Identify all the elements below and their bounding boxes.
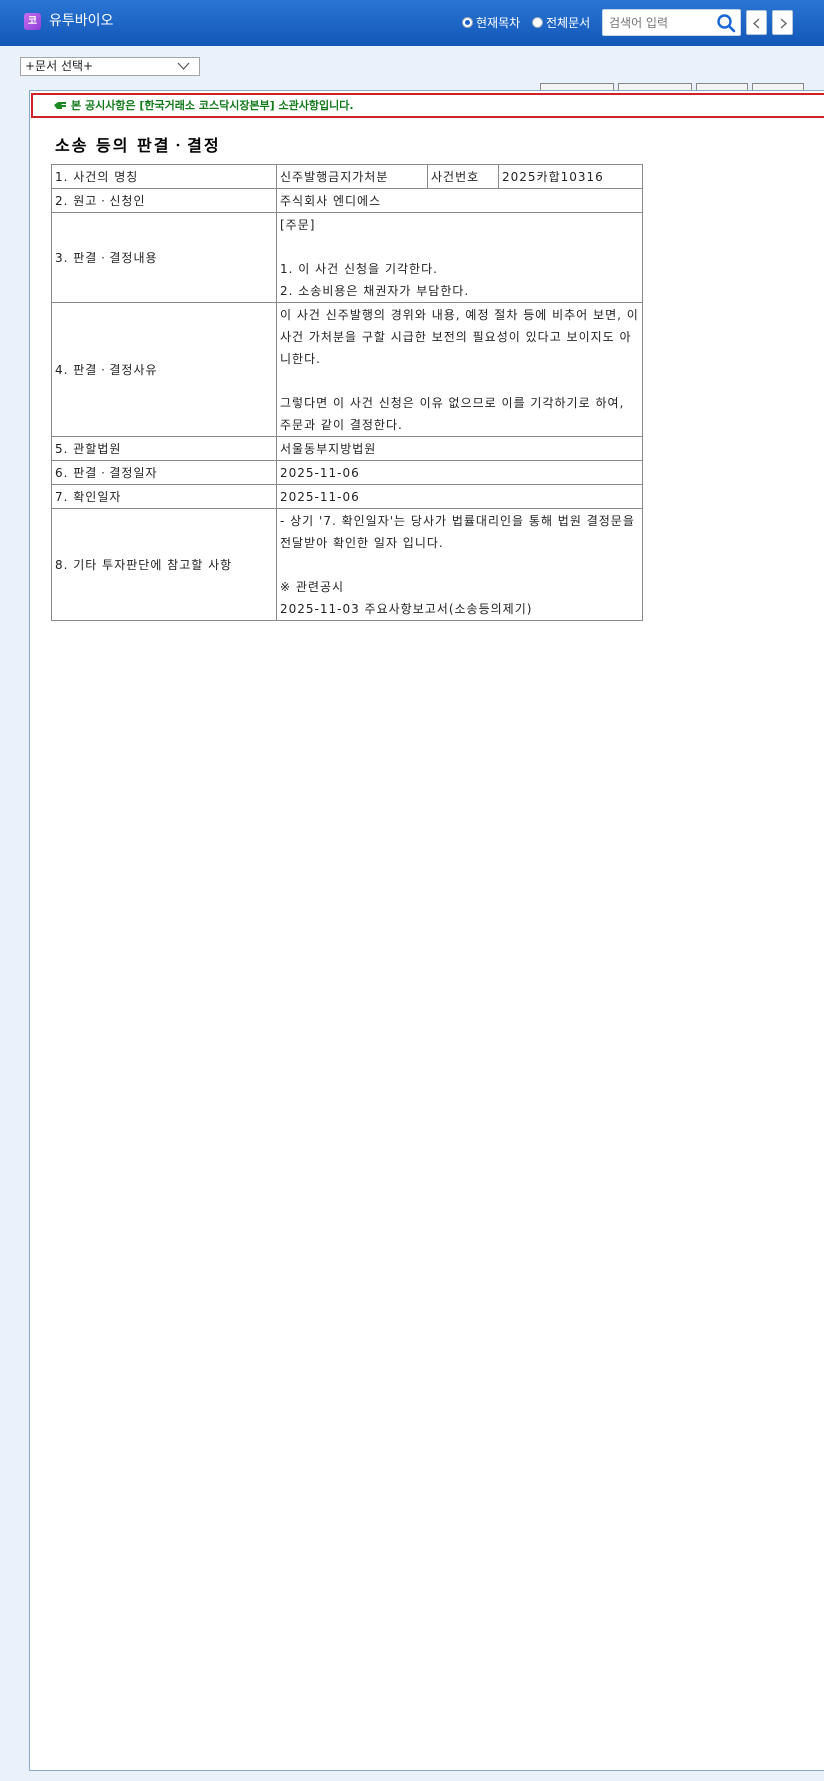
table-row: 8. 기타 투자판단에 참고할 사항 - 상기 '7. 확인일자'는 당사가 법… bbox=[51, 508, 643, 621]
ruling-date-label: 6. 판결ㆍ결정일자 bbox=[51, 460, 277, 485]
table-row: 7. 확인일자 2025-11-06 bbox=[51, 484, 643, 509]
case-name-label: 1. 사건의 명칭 bbox=[51, 164, 277, 189]
case-number-label: 사건번호 bbox=[427, 164, 499, 189]
radio-all-docs-indicator[interactable] bbox=[532, 16, 543, 28]
radio-current-toc-indicator[interactable] bbox=[462, 16, 473, 28]
search-box bbox=[602, 9, 741, 36]
plaintiff-value: 주식회사 엔디에스 bbox=[276, 188, 643, 213]
document-viewer: 본 공시사항은 [한국거래소 코스닥시장본부] 소관사항입니다. 소송 등의 판… bbox=[29, 90, 824, 1771]
ruling-content-label: 3. 판결ㆍ결정내용 bbox=[51, 212, 277, 303]
plaintiff-label: 2. 원고ㆍ신청인 bbox=[51, 188, 277, 213]
chevron-down-icon bbox=[177, 62, 190, 70]
next-button[interactable] bbox=[772, 10, 793, 35]
radio-current-toc-label: 현재목차 bbox=[476, 15, 521, 30]
confirm-date-value: 2025-11-06 bbox=[276, 484, 643, 509]
other-notes-label: 8. 기타 투자판단에 참고할 사항 bbox=[51, 508, 277, 621]
case-name-value: 신주발행금지가처분 bbox=[276, 164, 428, 189]
jurisdiction-notice: 본 공시사항은 [한국거래소 코스닥시장본부] 소관사항입니다. bbox=[31, 93, 824, 118]
ruling-content-value: [주문] 1. 이 사건 신청을 기각한다. 2. 소송비용은 채권자가 부담한… bbox=[276, 212, 643, 303]
document-select[interactable]: +문서 선택+ bbox=[20, 57, 200, 76]
court-value: 서울동부지방법원 bbox=[276, 436, 643, 461]
radio-current-toc[interactable]: 현재목차 bbox=[462, 14, 520, 30]
table-row: 3. 판결ㆍ결정내용 [주문] 1. 이 사건 신청을 기각한다. 2. 소송비… bbox=[51, 212, 643, 303]
table-row: 1. 사건의 명칭 신주발행금지가처분 사건번호 2025카합10316 bbox=[51, 164, 643, 189]
case-number-value: 2025카합10316 bbox=[498, 164, 643, 189]
top-bar: 코 유투바이오 현재목차 전체문서 bbox=[0, 0, 824, 46]
pointing-hand-icon bbox=[54, 102, 66, 109]
ruling-date-value: 2025-11-06 bbox=[276, 460, 643, 485]
court-label: 5. 관할법원 bbox=[51, 436, 277, 461]
chevron-left-icon bbox=[752, 18, 760, 29]
table-row: 6. 판결ㆍ결정일자 2025-11-06 bbox=[51, 460, 643, 485]
ruling-reason-label: 4. 판결ㆍ결정사유 bbox=[51, 302, 277, 437]
radio-all-docs[interactable]: 전체문서 bbox=[532, 14, 590, 30]
search-icon[interactable] bbox=[716, 13, 736, 33]
prev-button[interactable] bbox=[746, 10, 767, 35]
company-name[interactable]: 유투바이오 bbox=[49, 12, 113, 30]
table-row: 4. 판결ㆍ결정사유 이 사건 신주발행의 경위와 내용, 예정 절차 등에 비… bbox=[51, 302, 643, 437]
search-input[interactable] bbox=[609, 13, 709, 32]
document-select-value: +문서 선택+ bbox=[25, 59, 94, 73]
jurisdiction-notice-text: 본 공시사항은 [한국거래소 코스닥시장본부] 소관사항입니다. bbox=[71, 99, 354, 112]
disclosure-table: 1. 사건의 명칭 신주발행금지가처분 사건번호 2025카합10316 2. … bbox=[51, 164, 643, 621]
other-notes-value: - 상기 '7. 확인일자'는 당사가 법률대리인을 통해 법원 결정문을 전달… bbox=[276, 508, 643, 621]
ruling-reason-value: 이 사건 신주발행의 경위와 내용, 예정 절차 등에 비추어 보면, 이 사건… bbox=[276, 302, 643, 437]
document-title: 소송 등의 판결ㆍ결정 bbox=[55, 136, 221, 155]
confirm-date-label: 7. 확인일자 bbox=[51, 484, 277, 509]
table-row: 2. 원고ㆍ신청인 주식회사 엔디에스 bbox=[51, 188, 643, 213]
chevron-right-icon bbox=[780, 18, 788, 29]
radio-all-docs-label: 전체문서 bbox=[546, 15, 591, 30]
company-logo-icon: 코 bbox=[24, 13, 41, 30]
table-row: 5. 관할법원 서울동부지방법원 bbox=[51, 436, 643, 461]
